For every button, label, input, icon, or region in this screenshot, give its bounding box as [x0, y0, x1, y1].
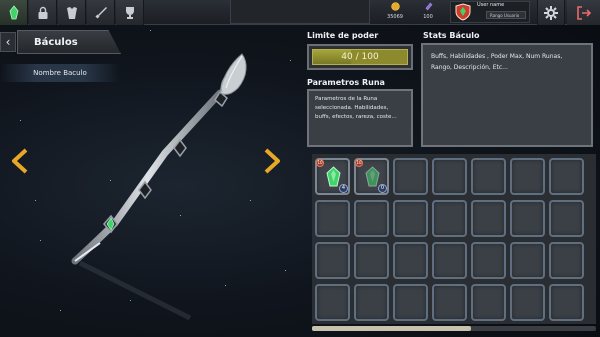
inventory-slot[interactable] [393, 158, 428, 195]
star [60, 310, 61, 311]
power-limit-bar: 40 / 100 [312, 49, 408, 65]
inventory-slot[interactable] [432, 242, 467, 279]
inventory-scrollbar[interactable] [312, 326, 596, 331]
rune-icon [9, 4, 18, 19]
power-limit-text: 40 / 100 [341, 52, 379, 62]
inventory-slot[interactable] [471, 242, 506, 279]
inventory-slot[interactable] [471, 200, 506, 237]
gold-resource: 35069 [384, 2, 406, 20]
power-limit-panel: 40 / 100 [307, 44, 413, 70]
crystal-resource: 100 [418, 2, 438, 20]
user-name: User name [477, 2, 505, 8]
star [40, 240, 41, 241]
limit-title: Limite de poder [307, 31, 379, 40]
armor-tab-button[interactable] [58, 0, 86, 25]
top-bar: 35069 100 User name Rango Usuario [0, 0, 600, 25]
staff-image [71, 53, 247, 321]
inventory-slot[interactable] [471, 158, 506, 195]
inventory-slot[interactable] [354, 242, 389, 279]
sword-icon [94, 6, 107, 19]
inventory-slot[interactable] [549, 200, 584, 237]
inventory-slot[interactable] [549, 242, 584, 279]
stats-panel: Buffs, Habilidades , Poder Max, Num Runa… [421, 43, 593, 147]
armor-icon [66, 6, 77, 19]
rune-inventory-grid: 10 4 10 0 [312, 154, 596, 324]
star [150, 30, 151, 31]
trophy-icon [125, 6, 134, 19]
rune-quantity-badge: 0 [378, 184, 387, 193]
gear-icon [544, 5, 558, 20]
sword-tab-button[interactable] [87, 0, 115, 25]
crystal-icon [424, 2, 432, 11]
inventory-slot[interactable] [432, 284, 467, 321]
previous-arrow-icon[interactable] [10, 148, 30, 174]
inventory-slot[interactable] [315, 242, 350, 279]
inventory-slot[interactable] [510, 200, 545, 237]
star [290, 60, 291, 61]
stats-title: Stats Báculo [423, 31, 480, 40]
rune-params-panel: Parametros de la Runa seleccionada. Habi… [307, 89, 413, 147]
inventory-slot[interactable] [354, 284, 389, 321]
staff-head [219, 53, 247, 95]
rune-level-badge: 10 [355, 159, 363, 167]
rune-level-badge: 10 [316, 159, 324, 167]
inventory-slot[interactable] [354, 200, 389, 237]
trophy-tab-button[interactable] [116, 0, 144, 25]
inventory-slot[interactable] [315, 200, 350, 237]
inventory-slot[interactable] [510, 284, 545, 321]
inventory-slot[interactable] [432, 200, 467, 237]
rune-quantity-badge: 4 [339, 184, 348, 193]
gold-value: 35069 [387, 14, 403, 20]
gold-coin-icon [390, 2, 400, 11]
exit-button[interactable] [567, 0, 600, 25]
shield-icon [455, 3, 471, 21]
user-rank: Rango Usuario [486, 11, 526, 19]
scrollbar-thumb[interactable] [312, 326, 472, 331]
inventory-slot[interactable] [471, 284, 506, 321]
star [20, 120, 21, 121]
star [35, 200, 36, 201]
inventory-slot[interactable] [393, 284, 428, 321]
lock-tab-button[interactable] [29, 0, 57, 25]
inventory-slot[interactable]: 10 4 [315, 158, 350, 195]
rune-params-title: Parametros Runa [307, 78, 385, 87]
inventory-slot[interactable] [510, 242, 545, 279]
exit-icon [576, 5, 591, 20]
inventory-slot[interactable] [393, 200, 428, 237]
star [285, 270, 286, 271]
inventory-slot[interactable] [510, 158, 545, 195]
inventory-slot[interactable] [549, 284, 584, 321]
crystal-value: 100 [423, 14, 433, 20]
rune-tab-button[interactable] [0, 0, 28, 25]
inventory-slot[interactable]: 10 0 [354, 158, 389, 195]
inventory-slot[interactable] [393, 242, 428, 279]
settings-button[interactable] [537, 0, 565, 25]
back-button[interactable]: ‹ [0, 32, 16, 52]
top-center-panel [230, 0, 370, 24]
lock-icon [38, 6, 47, 19]
inventory-slot[interactable] [315, 284, 350, 321]
inventory-slot[interactable] [432, 158, 467, 195]
inventory-slot[interactable] [549, 158, 584, 195]
